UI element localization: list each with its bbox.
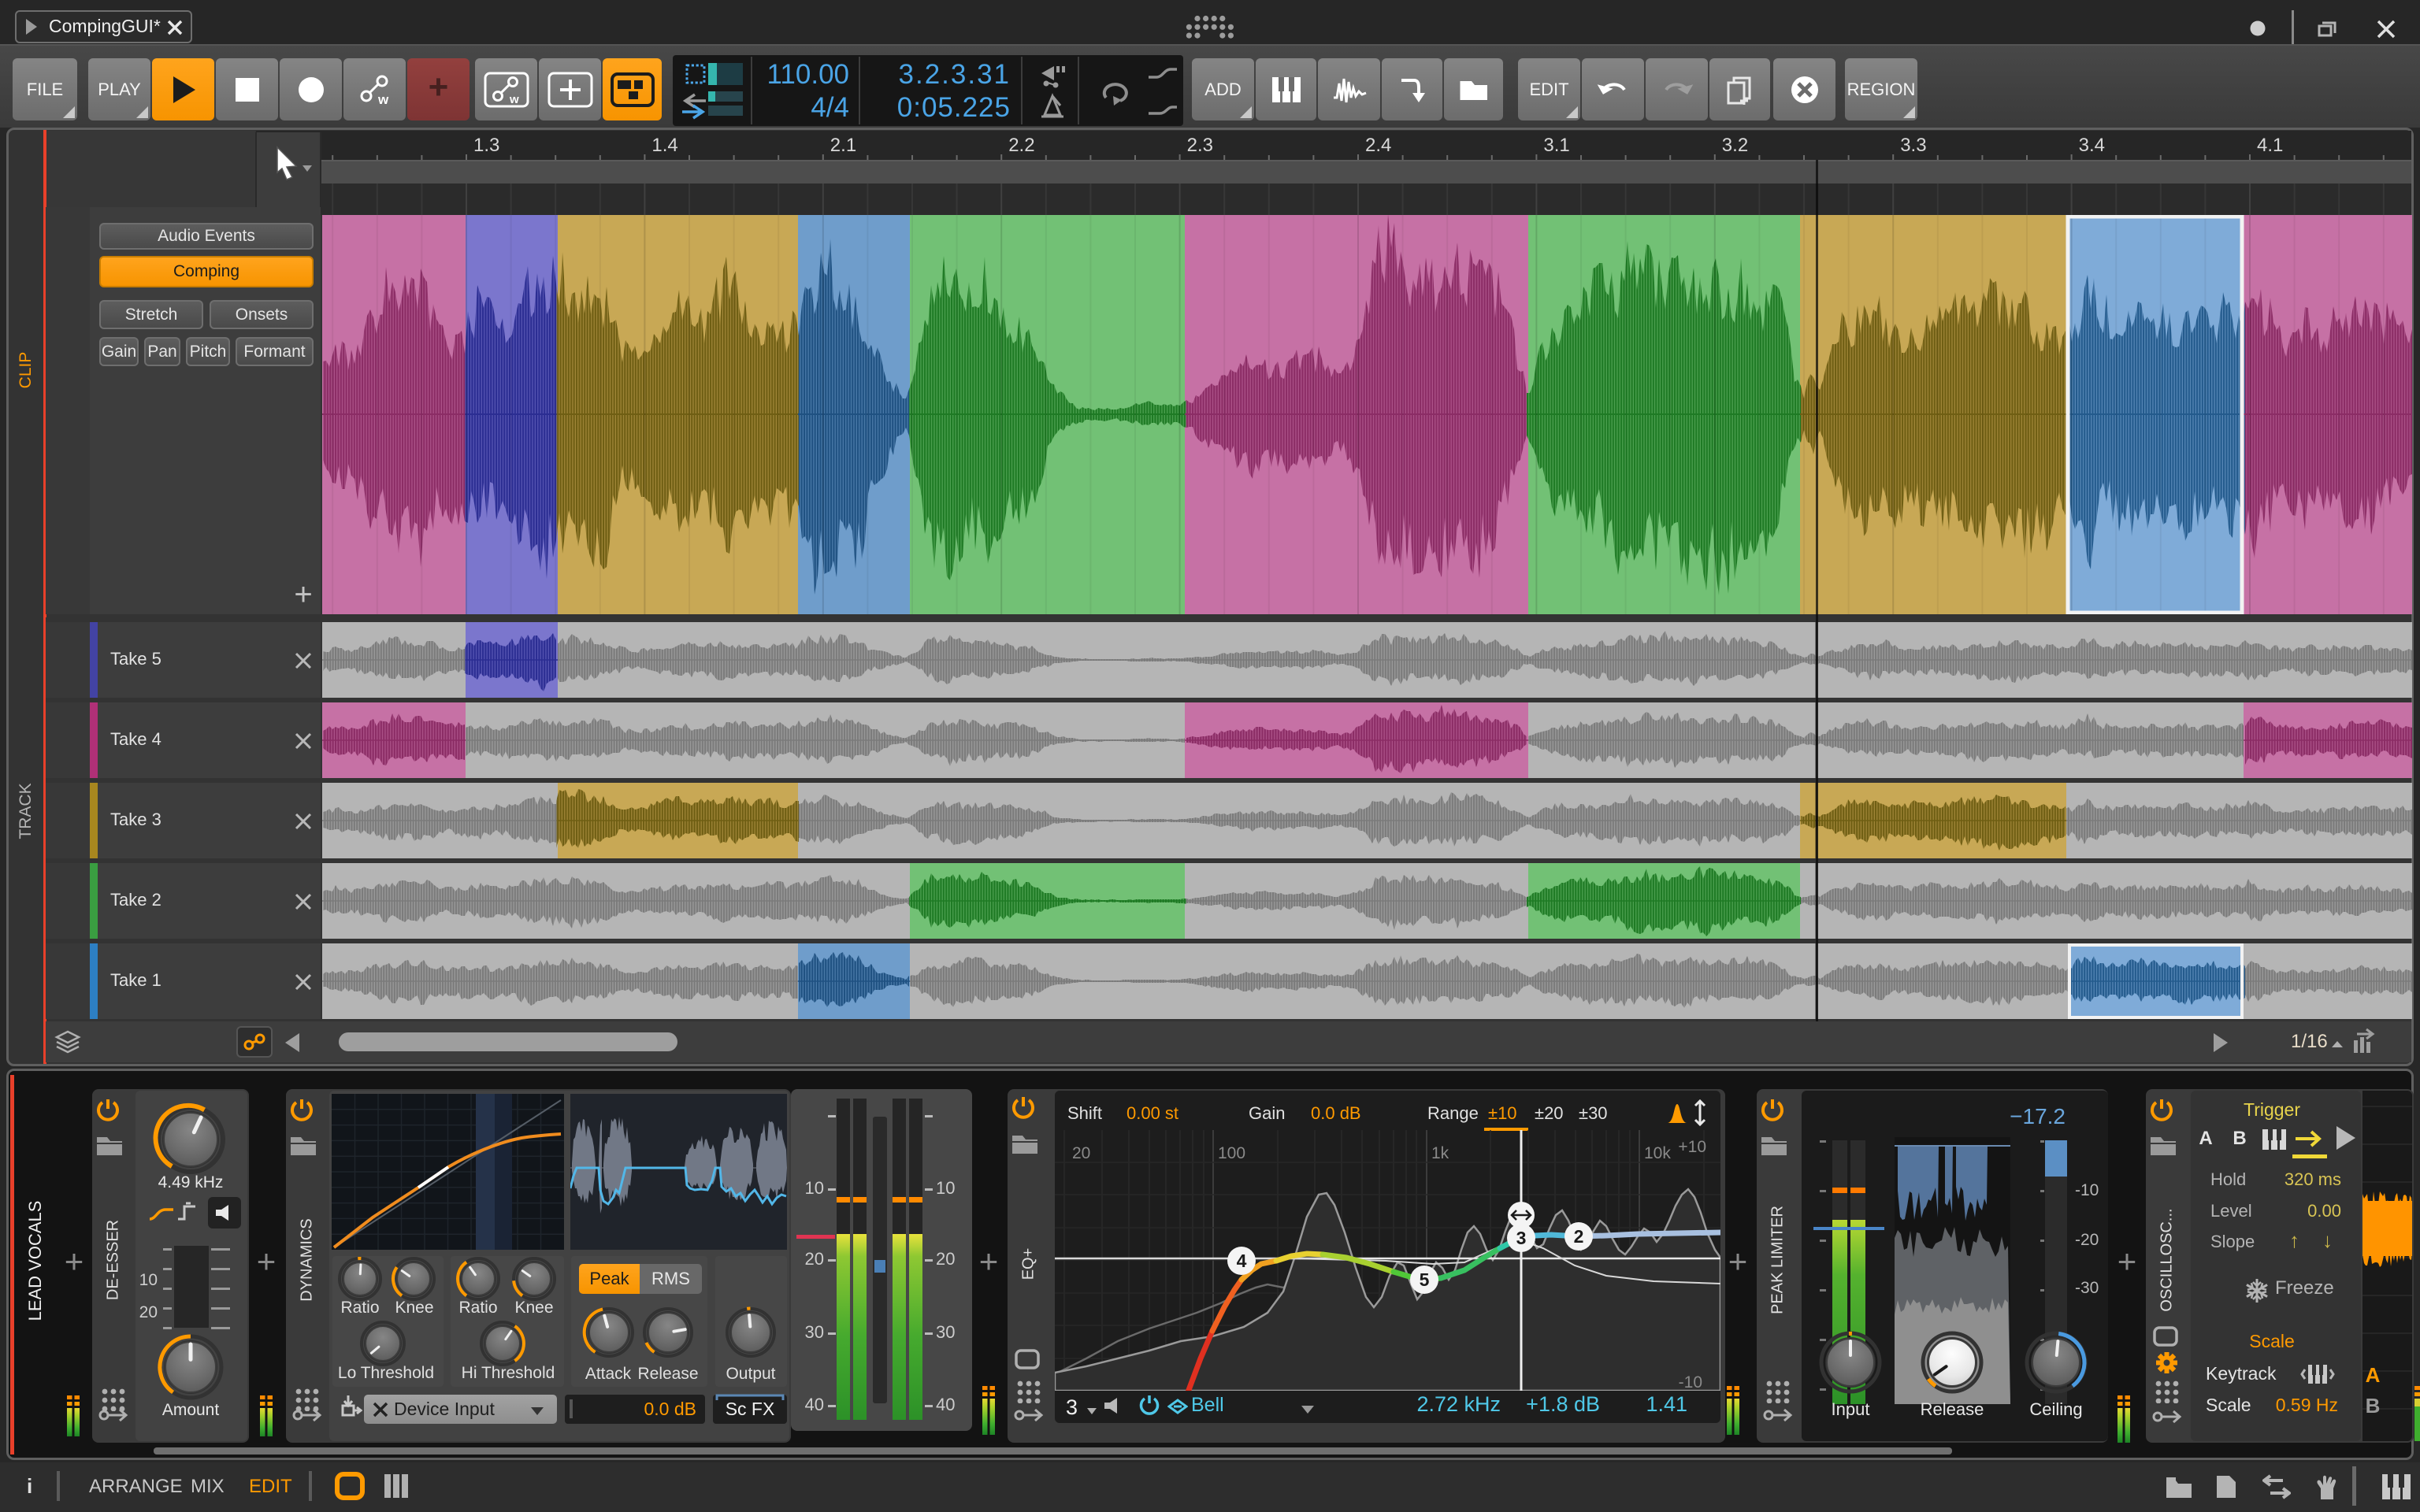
- svg-text:5: 5: [1420, 1269, 1430, 1290]
- svg-text:3: 3: [1516, 1228, 1527, 1248]
- svg-text:2: 2: [1574, 1226, 1584, 1247]
- svg-text:+10: +10: [1678, 1138, 1706, 1156]
- svg-text:-10: -10: [1679, 1373, 1702, 1391]
- svg-text:4: 4: [1237, 1251, 1247, 1271]
- svg-text:20: 20: [1072, 1144, 1090, 1162]
- svg-text:100: 100: [1218, 1144, 1245, 1162]
- svg-text:1k: 1k: [1431, 1144, 1449, 1162]
- svg-text:10k: 10k: [1644, 1144, 1671, 1162]
